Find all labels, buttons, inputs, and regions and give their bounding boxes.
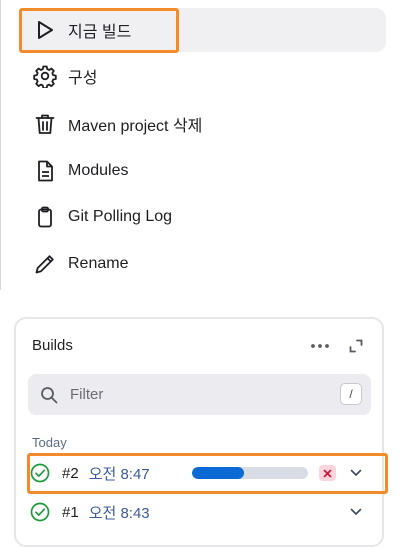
sidebar-item-label: 지금 빌드 (68, 24, 132, 41)
sidebar-item-label: 구성 (68, 70, 98, 87)
sidebar-item-label: Modules (68, 162, 129, 179)
clipboard-icon (32, 204, 58, 230)
filter-input[interactable] (68, 385, 322, 404)
cancel-build-button[interactable] (319, 465, 336, 481)
pencil-icon (32, 251, 58, 277)
build-progress-fill (192, 467, 245, 479)
build-time[interactable]: 오전 8:43 (89, 502, 150, 523)
build-progress-bar (192, 467, 308, 479)
expand-icon[interactable] (346, 337, 366, 355)
build-row-2[interactable]: #2 오전 8:47 (30, 460, 376, 486)
builds-title: Builds (32, 337, 73, 354)
sidebar-item-git-polling-log[interactable]: Git Polling Log (20, 195, 386, 239)
success-check-icon (30, 502, 50, 522)
page-divider (0, 0, 1, 290)
build-number[interactable]: #1 (62, 504, 79, 521)
document-icon (32, 158, 58, 184)
sidebar-item-label: Rename (68, 255, 129, 272)
chevron-down-icon[interactable] (348, 504, 364, 520)
sidebar-item-modules[interactable]: Modules (20, 149, 386, 193)
more-dots-icon[interactable] (310, 337, 330, 355)
sidebar-item-label: Maven project 삭제 (68, 118, 203, 135)
success-check-icon (30, 463, 50, 483)
build-number[interactable]: #2 (62, 465, 79, 482)
gear-icon (32, 63, 58, 89)
sidebar-item-build-now[interactable]: 지금 빌드 (20, 8, 386, 52)
play-icon (32, 17, 58, 43)
sidebar-item-delete-project[interactable]: Maven project 삭제 (20, 102, 386, 146)
build-time[interactable]: 오전 8:47 (89, 463, 150, 484)
sidebar-item-rename[interactable]: Rename (20, 242, 386, 286)
sidebar-item-label: Git Polling Log (68, 208, 173, 225)
builds-panel: Builds / Today #2 오전 8:47 (14, 317, 384, 547)
chevron-down-icon[interactable] (348, 465, 364, 481)
filter-field[interactable]: / (28, 374, 371, 415)
sidebar-item-configure[interactable]: 구성 (20, 54, 386, 98)
build-row-1[interactable]: #1 오전 8:43 (30, 499, 376, 525)
keyboard-shortcut-badge: / (340, 383, 362, 405)
search-icon (40, 386, 58, 404)
trash-icon (32, 111, 58, 137)
date-group-heading: Today (32, 435, 67, 450)
